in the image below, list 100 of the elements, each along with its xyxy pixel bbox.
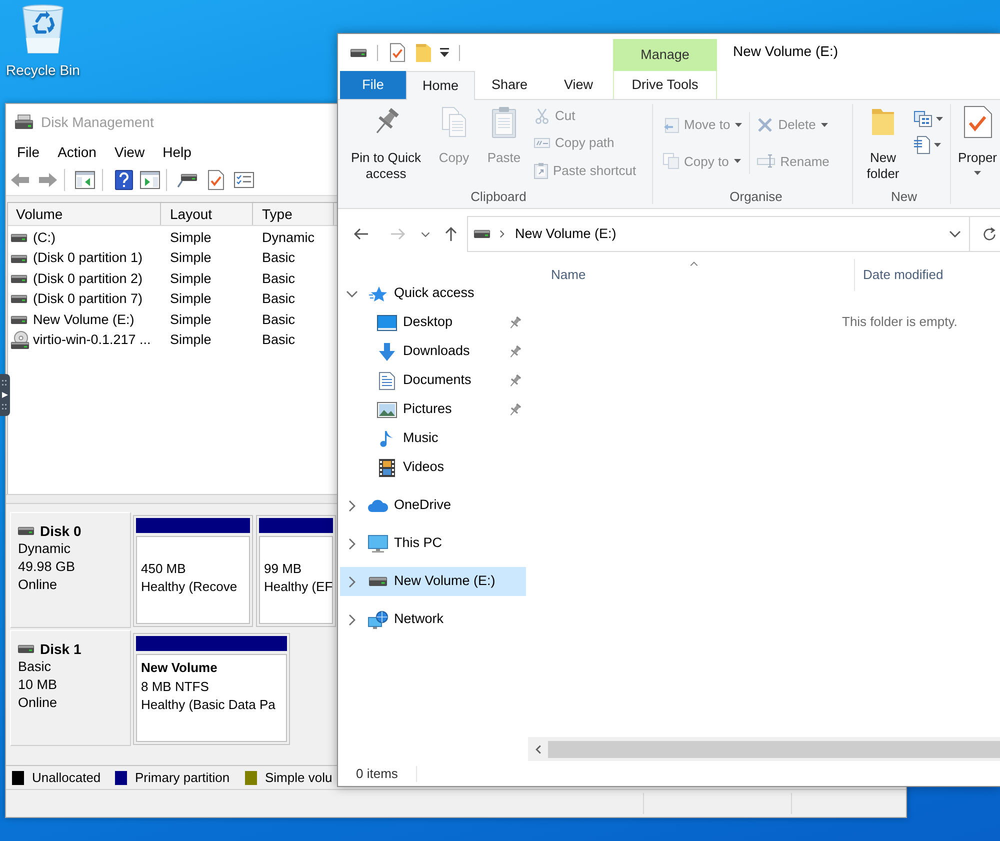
legend-label: Unallocated — [32, 768, 101, 787]
table-cell-text: Simple — [170, 290, 212, 308]
address-field[interactable]: New Volume (E:) — [467, 216, 970, 252]
item-count: 0 items — [356, 764, 398, 783]
picture-icon — [377, 402, 397, 418]
drive-icon — [11, 234, 27, 242]
nav-item[interactable]: Quick access — [340, 279, 526, 308]
disk-detail: Basic — [18, 658, 52, 676]
table-cell-text: New Volume (E:) — [33, 310, 134, 329]
customize-dropdown-icon[interactable] — [440, 48, 449, 57]
disk-drive-icon — [14, 114, 34, 130]
column-header[interactable]: Layout — [161, 203, 253, 225]
help-icon[interactable] — [115, 170, 133, 190]
ribbon-group-label: Clipboard — [470, 188, 526, 206]
document-check-icon[interactable] — [390, 43, 405, 62]
table-cell-text: Simple — [170, 310, 212, 329]
partition-detail: 99 MB — [264, 560, 303, 578]
clipboard-shortcut-icon — [534, 162, 548, 178]
nav-item[interactable]: New Volume (E:) — [340, 567, 526, 596]
breadcrumb-item[interactable]: New Volume (E:) — [515, 224, 616, 244]
column-header[interactable]: Date modified — [855, 259, 1000, 291]
ribbon-tab[interactable]: View — [544, 71, 613, 99]
forward-arrow-icon — [390, 226, 406, 242]
back-arrow-icon[interactable] — [10, 172, 30, 188]
forward-arrow-icon[interactable] — [38, 172, 58, 188]
checklist-icon[interactable] — [234, 172, 254, 188]
refresh-button[interactable] — [970, 216, 1000, 252]
cloud-icon — [368, 499, 388, 512]
menu-item[interactable]: View — [105, 142, 154, 162]
drive-icon — [474, 230, 490, 238]
horizontal-scrollbar[interactable] — [528, 737, 1000, 761]
star-icon — [369, 284, 387, 302]
ribbon-button[interactable]: Pin to Quick access — [345, 100, 427, 186]
window-title: Disk Management — [41, 112, 154, 132]
nav-item[interactable]: Pictures — [340, 395, 526, 424]
refresh-icon — [982, 226, 997, 242]
pane-toggle-icon[interactable] — [140, 170, 160, 188]
contextual-tab-header: Manage — [613, 39, 717, 71]
document-icon — [379, 372, 395, 390]
drive-icon[interactable] — [177, 172, 197, 188]
drive-icon — [11, 316, 27, 324]
table-cell-text: Simple — [170, 249, 212, 268]
scroll-left-icon — [534, 744, 542, 754]
ribbon-button[interactable]: New folder — [858, 100, 908, 186]
ribbon-tab[interactable]: Share — [475, 71, 544, 99]
scrollbar-thumb[interactable] — [548, 740, 1000, 758]
nav-item[interactable]: This PC — [340, 529, 526, 558]
nav-item[interactable]: Documents — [340, 366, 526, 395]
disk-info-panel[interactable]: Disk 1 Basic 10 MB Online — [10, 630, 131, 746]
column-header[interactable]: Name — [528, 259, 855, 291]
drive-icon — [369, 577, 387, 586]
column-header[interactable]: Volume — [8, 203, 161, 225]
document-check-icon[interactable] — [208, 170, 224, 190]
disk-info-panel[interactable]: Disk 0 Dynamic 49.98 GB Online — [10, 512, 131, 628]
table-cell-text: Basic — [262, 331, 296, 350]
nav-item[interactable]: Music — [340, 424, 526, 453]
drive-icon — [11, 274, 27, 283]
handle-icon[interactable] — [0, 374, 10, 416]
table-cell-text: virtio-win-0.1.217 ... — [33, 331, 151, 350]
disk-detail: Online — [18, 694, 58, 712]
ribbon-group-label: Organise — [730, 188, 782, 206]
legend-label: Simple volu — [265, 768, 332, 787]
ribbon-tab[interactable]: File — [340, 71, 406, 99]
ribbon-tab[interactable]: Home — [406, 71, 475, 100]
window-grid-icon — [914, 111, 932, 127]
drive-icon — [11, 295, 27, 304]
partition-detail: 450 MB — [141, 560, 187, 578]
legend-label: Primary partition — [135, 768, 230, 787]
disk-name: Disk 0 — [40, 522, 82, 540]
menu-item[interactable]: Help — [154, 142, 200, 162]
desktop-icon — [377, 314, 397, 330]
table-cell-text: Simple — [170, 331, 212, 350]
menu-item[interactable]: File — [8, 142, 49, 162]
column-header[interactable]: Type — [253, 203, 334, 225]
partition-name: New Volume — [141, 659, 218, 677]
disk-detail: Dynamic — [18, 540, 72, 558]
drive-icon — [11, 254, 27, 263]
table-cell-text: Simple — [170, 229, 212, 248]
ribbon-group-label: New — [890, 188, 917, 206]
disk-detail: Online — [18, 576, 58, 594]
x-mark-icon — [757, 116, 774, 133]
drive-icon — [18, 527, 34, 535]
window-title: New Volume (E:) — [733, 42, 838, 61]
partition-detail: Healthy (Recove — [141, 578, 238, 596]
document-icon — [914, 136, 930, 154]
nav-item[interactable]: Network — [340, 605, 526, 634]
empty-folder-message: This folder is empty. — [842, 314, 958, 329]
nav-item[interactable]: Desktop — [340, 308, 526, 337]
partition-block[interactable]: New Volume 8 MB NTFS Healthy (Basic Data Pa — [133, 633, 290, 745]
nav-item[interactable]: Videos — [340, 453, 526, 482]
partition-block[interactable]: 99 MB Healthy (EF — [256, 515, 336, 627]
drive-icon — [18, 645, 34, 653]
folder-icon — [869, 106, 897, 138]
menu-item[interactable]: Action — [48, 142, 106, 162]
nav-item[interactable]: Downloads — [340, 337, 526, 366]
partition-block[interactable]: 450 MB Healthy (Recove — [133, 515, 253, 627]
pane-toggle-icon[interactable] — [75, 170, 95, 188]
ribbon-button[interactable]: Proper — [955, 100, 1000, 186]
nav-item[interactable]: OneDrive — [340, 491, 526, 520]
film-icon — [379, 458, 395, 476]
